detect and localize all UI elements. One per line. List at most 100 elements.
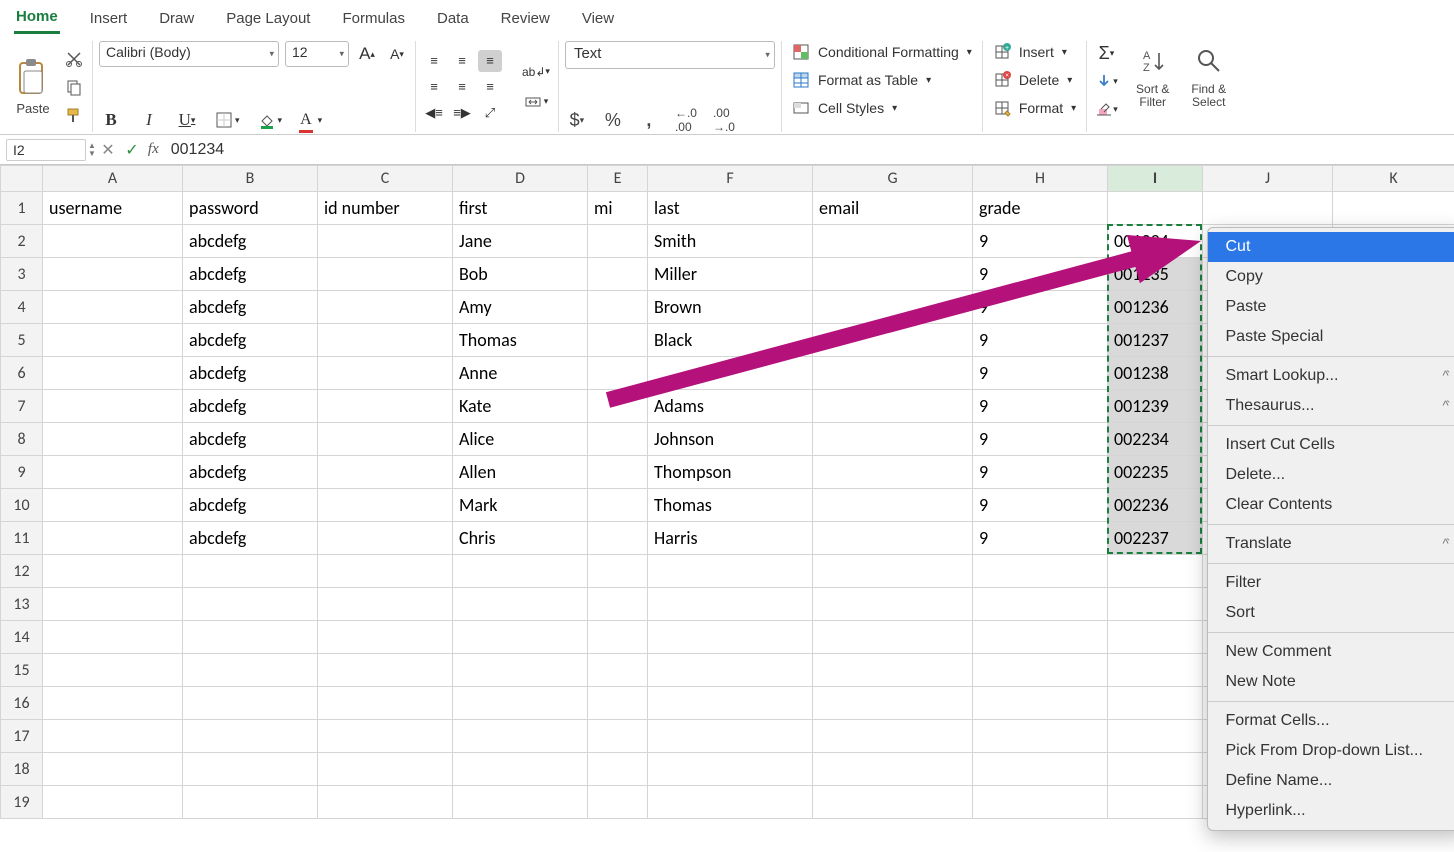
cell[interactable] [813, 786, 973, 819]
cell[interactable] [318, 225, 453, 258]
increase-font-icon[interactable]: A▴ [355, 42, 379, 66]
col-header-D[interactable]: D [453, 166, 588, 192]
cell[interactable] [318, 654, 453, 687]
row-header[interactable]: 7 [1, 390, 43, 423]
percent-button[interactable]: % [601, 108, 625, 132]
cell[interactable] [318, 555, 453, 588]
cell[interactable] [813, 225, 973, 258]
cell[interactable] [43, 423, 183, 456]
row-header[interactable]: 8 [1, 423, 43, 456]
context-menu-thesaurus[interactable]: Thesaurus...^ ` [1208, 391, 1454, 421]
cell[interactable] [43, 687, 183, 720]
cell[interactable]: 001234 [1108, 225, 1203, 258]
cell[interactable] [588, 225, 648, 258]
context-menu-cut[interactable]: Cut [1208, 232, 1454, 262]
cell[interactable]: 9 [973, 324, 1108, 357]
cell[interactable]: abcdefg [183, 357, 318, 390]
col-header-B[interactable]: B [183, 166, 318, 192]
find-select-icon[interactable] [1193, 41, 1225, 81]
cell[interactable] [1108, 621, 1203, 654]
row-header[interactable]: 11 [1, 522, 43, 555]
cell[interactable] [43, 555, 183, 588]
sort-filter-label[interactable]: Sort &Filter [1130, 83, 1176, 109]
cell[interactable] [318, 522, 453, 555]
cell[interactable]: first [453, 192, 588, 225]
ribbon-tab-review[interactable]: Review [499, 6, 552, 33]
cell[interactable]: abcdefg [183, 456, 318, 489]
cell[interactable] [1108, 753, 1203, 786]
align-middle-icon[interactable]: ≡ [450, 50, 474, 72]
cell[interactable] [183, 786, 318, 819]
ribbon-tab-page-layout[interactable]: Page Layout [224, 6, 312, 33]
row-header[interactable]: 5 [1, 324, 43, 357]
row-header[interactable]: 2 [1, 225, 43, 258]
cell[interactable]: Jane [453, 225, 588, 258]
find-select-label[interactable]: Find &Select [1186, 83, 1232, 109]
cell[interactable] [588, 588, 648, 621]
cell[interactable] [813, 357, 973, 390]
ribbon-tab-draw[interactable]: Draw [157, 6, 196, 33]
cell[interactable] [813, 654, 973, 687]
cell[interactable]: 001236 [1108, 291, 1203, 324]
cell[interactable] [813, 423, 973, 456]
copy-icon[interactable] [62, 75, 86, 99]
row-header[interactable]: 15 [1, 654, 43, 687]
row-header[interactable]: 9 [1, 456, 43, 489]
cell[interactable]: Miller [648, 258, 813, 291]
name-box[interactable]: I2 [6, 139, 86, 161]
cell[interactable] [648, 654, 813, 687]
cell[interactable]: Thompson [648, 456, 813, 489]
row-header[interactable]: 13 [1, 588, 43, 621]
context-menu-paste-special[interactable]: Paste Special [1208, 322, 1454, 352]
row-header[interactable]: 6 [1, 357, 43, 390]
cell[interactable]: 9 [973, 291, 1108, 324]
cell[interactable]: Amy [453, 291, 588, 324]
cell[interactable] [813, 258, 973, 291]
cell[interactable] [43, 753, 183, 786]
cell[interactable] [453, 555, 588, 588]
accept-formula-icon[interactable]: ✓ [120, 140, 144, 160]
conditional-formatting-button[interactable]: Conditional Formatting ▾ [788, 41, 976, 63]
cell[interactable] [43, 390, 183, 423]
paste-label[interactable]: Paste [16, 101, 49, 116]
row-header[interactable]: 12 [1, 555, 43, 588]
cell[interactable] [648, 753, 813, 786]
cell[interactable]: Johnson [648, 423, 813, 456]
cell[interactable] [973, 654, 1108, 687]
cell[interactable] [1203, 192, 1333, 225]
context-menu-smart-lookup[interactable]: Smart Lookup...^ ` [1208, 361, 1454, 391]
cell[interactable]: 002236 [1108, 489, 1203, 522]
align-right-icon[interactable]: ≡ [478, 76, 502, 98]
row-header[interactable]: 17 [1, 720, 43, 753]
cell[interactable] [453, 588, 588, 621]
cell[interactable] [43, 357, 183, 390]
cell[interactable]: Smith [648, 225, 813, 258]
cell[interactable]: 9 [973, 357, 1108, 390]
merge-center-button[interactable]: ▾ [520, 90, 552, 114]
cell[interactable]: abcdefg [183, 489, 318, 522]
cell[interactable]: Chris [453, 522, 588, 555]
cell[interactable] [318, 588, 453, 621]
format-painter-icon[interactable] [62, 103, 86, 127]
cell[interactable] [43, 720, 183, 753]
cell[interactable] [588, 258, 648, 291]
context-menu-filter[interactable]: Filter [1208, 568, 1454, 598]
cell[interactable] [318, 753, 453, 786]
cell[interactable] [318, 687, 453, 720]
cell[interactable] [813, 489, 973, 522]
select-all-corner[interactable] [1, 166, 43, 192]
cell[interactable] [318, 390, 453, 423]
cell[interactable] [588, 456, 648, 489]
wrap-text-button[interactable]: ab↲ ▾ [520, 60, 552, 84]
cell[interactable] [318, 720, 453, 753]
cell[interactable]: Alice [453, 423, 588, 456]
cell[interactable] [813, 324, 973, 357]
cell[interactable] [973, 753, 1108, 786]
cell[interactable] [453, 621, 588, 654]
cell[interactable] [318, 357, 453, 390]
cell[interactable]: 9 [973, 423, 1108, 456]
cell[interactable] [813, 291, 973, 324]
cell[interactable] [1333, 192, 1454, 225]
cell[interactable] [43, 225, 183, 258]
context-menu-new-comment[interactable]: New Comment [1208, 637, 1454, 667]
